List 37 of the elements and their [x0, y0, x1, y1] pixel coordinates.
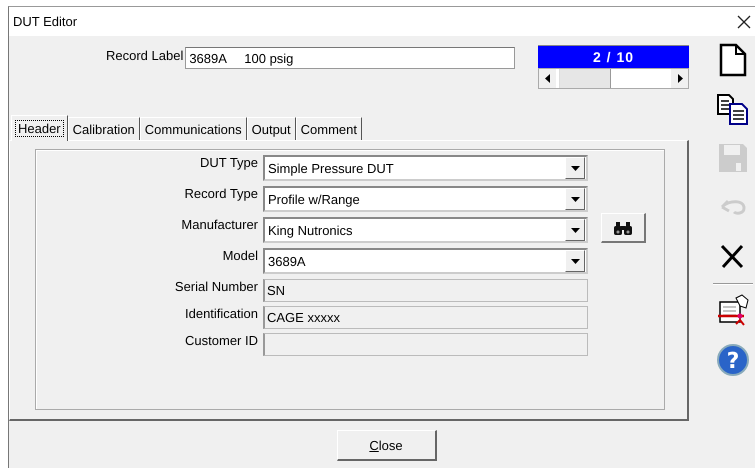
dropdown-arrow-icon[interactable] [570, 228, 580, 232]
field-label: Record Type [184, 186, 259, 201]
close-button[interactable]: Close [336, 430, 436, 461]
binoculars-icon [614, 220, 632, 234]
dropdown-arrow-icon[interactable] [570, 196, 580, 202]
dropdown-arrow-icon[interactable] [570, 258, 580, 264]
dropdown[interactable]: Profile w/Range [263, 186, 588, 212]
field-label: Serial Number [174, 279, 259, 294]
left-arrow-icon[interactable] [544, 74, 551, 83]
record-label-field[interactable]: 3689A 100 psig [185, 47, 516, 69]
tab[interactable]: Communications [140, 117, 247, 140]
field-label: Identification [184, 306, 259, 321]
field-label: Model [222, 248, 259, 263]
search-button[interactable] [601, 213, 646, 243]
field-label: Customer ID [184, 333, 259, 348]
dropdown[interactable]: King Nutronics [263, 217, 588, 243]
right-arrow-icon[interactable] [676, 74, 682, 83]
tab[interactable]: Output [246, 117, 296, 140]
dropdown[interactable]: Simple Pressure DUT [263, 155, 588, 181]
dropdown[interactable]: 3689A [263, 248, 588, 274]
dropdown-arrow-icon[interactable] [570, 166, 580, 170]
field-label: Manufacturer [180, 217, 259, 232]
notebook-hand-icon[interactable] [716, 294, 750, 328]
field-label: DUT Type [198, 155, 259, 170]
record-scrollbar[interactable] [538, 68, 689, 89]
readonly-field: CAGE xxxxx [263, 306, 588, 329]
tab[interactable]: Calibration [68, 117, 140, 140]
copy-document-icon[interactable] [716, 92, 750, 126]
record-label-label: Record Label [106, 48, 184, 63]
tab[interactable]: Comment [296, 117, 362, 140]
close-icon[interactable] [737, 14, 751, 28]
scroll-thumb[interactable] [559, 69, 612, 88]
window-title: DUT Editor [13, 14, 78, 29]
help-icon[interactable]: ? [716, 343, 750, 377]
readonly-field: SN [263, 279, 588, 302]
tab[interactable]: Header [11, 115, 68, 141]
record-position: 2 / 10 [538, 45, 689, 68]
